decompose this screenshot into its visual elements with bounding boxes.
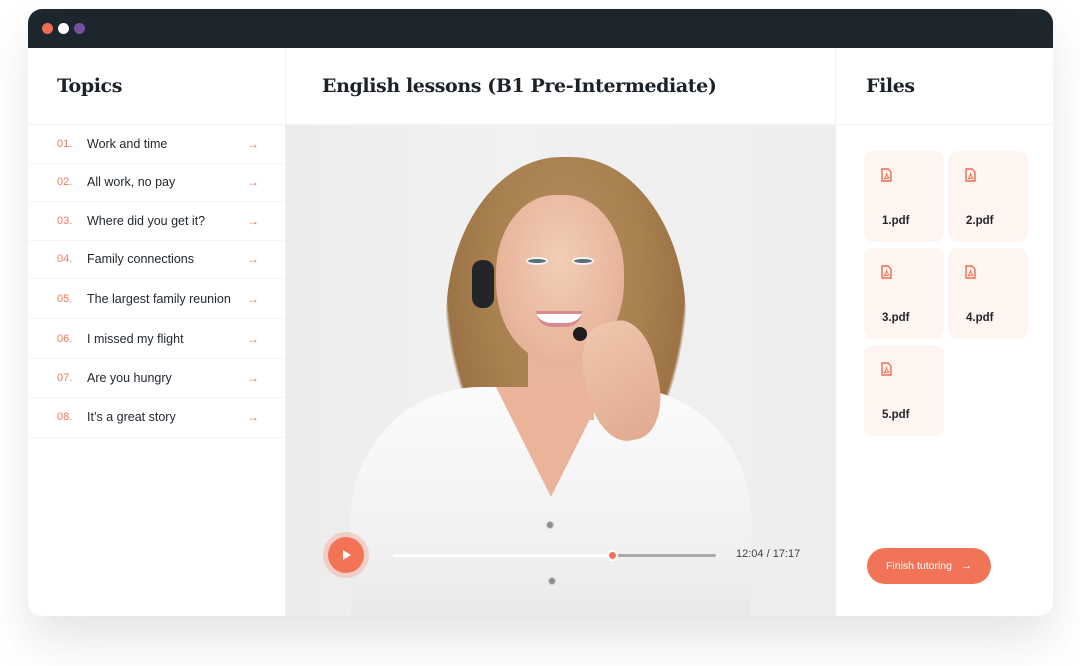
topics-title: Topics <box>28 48 285 125</box>
topic-number: 01. <box>57 137 73 150</box>
progress-slider[interactable] <box>392 550 716 561</box>
file-card[interactable]: 3.pdf <box>864 248 944 339</box>
progress-fill <box>392 554 613 557</box>
topic-item[interactable]: 03. Where did you get it? → <box>28 202 285 241</box>
window-titlebar <box>28 9 1053 48</box>
topic-number: 06. <box>57 332 73 345</box>
arrow-right-icon: → <box>247 331 259 346</box>
pdf-file-icon <box>965 265 976 279</box>
topic-label: Where did you get it? <box>87 213 206 228</box>
topic-list: 01. Work and time → 02. All work, no pay… <box>28 125 285 438</box>
arrow-right-icon: → <box>247 213 259 228</box>
arrow-right-icon: → <box>247 136 259 151</box>
window-maximize-button[interactable] <box>74 23 85 34</box>
topic-label: I missed my flight <box>87 331 184 346</box>
window-minimize-button[interactable] <box>58 23 69 34</box>
file-name: 4.pdf <box>966 312 994 324</box>
topic-number: 03. <box>57 214 73 227</box>
topic-number: 05. <box>57 292 73 305</box>
file-name: 2.pdf <box>966 215 994 227</box>
topic-number: 02. <box>57 176 73 189</box>
arrow-right-icon: → <box>247 370 259 385</box>
headset-icon <box>472 260 494 308</box>
arrow-right-icon: → <box>247 291 259 306</box>
file-card[interactable]: 4.pdf <box>948 248 1028 339</box>
lesson-title: English lessons (B1 Pre-Intermediate) <box>286 48 835 125</box>
file-card[interactable]: 2.pdf <box>948 151 1028 242</box>
topic-item[interactable]: 06. I missed my flight → <box>28 319 285 359</box>
topic-item[interactable]: 01. Work and time → <box>28 125 285 164</box>
topic-label: The largest family reunion <box>87 291 231 306</box>
file-card[interactable]: 1.pdf <box>864 151 944 242</box>
topic-item[interactable]: 04. Family connections → <box>28 241 285 279</box>
video-player[interactable]: 12:04 / 17:17 <box>286 125 835 616</box>
topic-number: 04. <box>57 253 73 266</box>
shirt-button <box>548 577 556 585</box>
file-name: 5.pdf <box>882 409 910 421</box>
play-button[interactable] <box>328 537 364 573</box>
file-name: 3.pdf <box>882 312 910 324</box>
file-card[interactable]: 5.pdf <box>864 345 944 436</box>
eye-left <box>526 257 548 265</box>
topic-item[interactable]: 05. The largest family reunion → <box>28 279 285 319</box>
finish-tutoring-button[interactable]: Finish tutoring → <box>867 548 991 584</box>
pdf-file-icon <box>881 265 892 279</box>
files-title: Files <box>836 48 1053 125</box>
smile-shape <box>536 311 582 327</box>
shirt-button <box>546 521 554 529</box>
pdf-file-icon <box>881 362 892 376</box>
topic-item[interactable]: 07. Are you hungry → <box>28 359 285 398</box>
topic-item[interactable]: 08. It’s a great story → <box>28 398 285 438</box>
finish-tutoring-label: Finish tutoring <box>886 560 952 572</box>
lesson-panel: English lessons (B1 Pre-Intermediate) 12… <box>286 48 835 616</box>
topic-label: Work and time <box>87 136 168 151</box>
pdf-file-icon <box>965 168 976 182</box>
app-window: Topics 01. Work and time → 02. All work,… <box>28 9 1053 616</box>
topic-label: It’s a great story <box>87 410 176 424</box>
arrow-right-icon: → <box>247 175 259 190</box>
arrow-right-icon: → <box>247 252 259 267</box>
topic-label: Are you hungry <box>87 370 172 385</box>
topic-label: All work, no pay <box>87 175 176 190</box>
files-panel: Files 1.pdf 2.pdf 3.pdf 4.pdf 5.pdf Fini… <box>835 48 1053 616</box>
window-close-button[interactable] <box>42 23 53 34</box>
topic-item[interactable]: 02. All work, no pay → <box>28 164 285 202</box>
microphone-icon <box>573 327 587 341</box>
arrow-right-icon: → <box>960 560 972 572</box>
arrow-right-icon: → <box>247 410 259 424</box>
eye-right <box>572 257 594 265</box>
topic-number: 07. <box>57 371 73 384</box>
file-name: 1.pdf <box>882 215 910 227</box>
pdf-file-icon <box>881 168 892 182</box>
topic-number: 08. <box>57 411 73 423</box>
play-icon <box>343 550 351 560</box>
topic-label: Family connections <box>87 252 194 267</box>
topics-panel: Topics 01. Work and time → 02. All work,… <box>28 48 286 616</box>
files-grid: 1.pdf 2.pdf 3.pdf 4.pdf 5.pdf <box>864 151 1028 436</box>
